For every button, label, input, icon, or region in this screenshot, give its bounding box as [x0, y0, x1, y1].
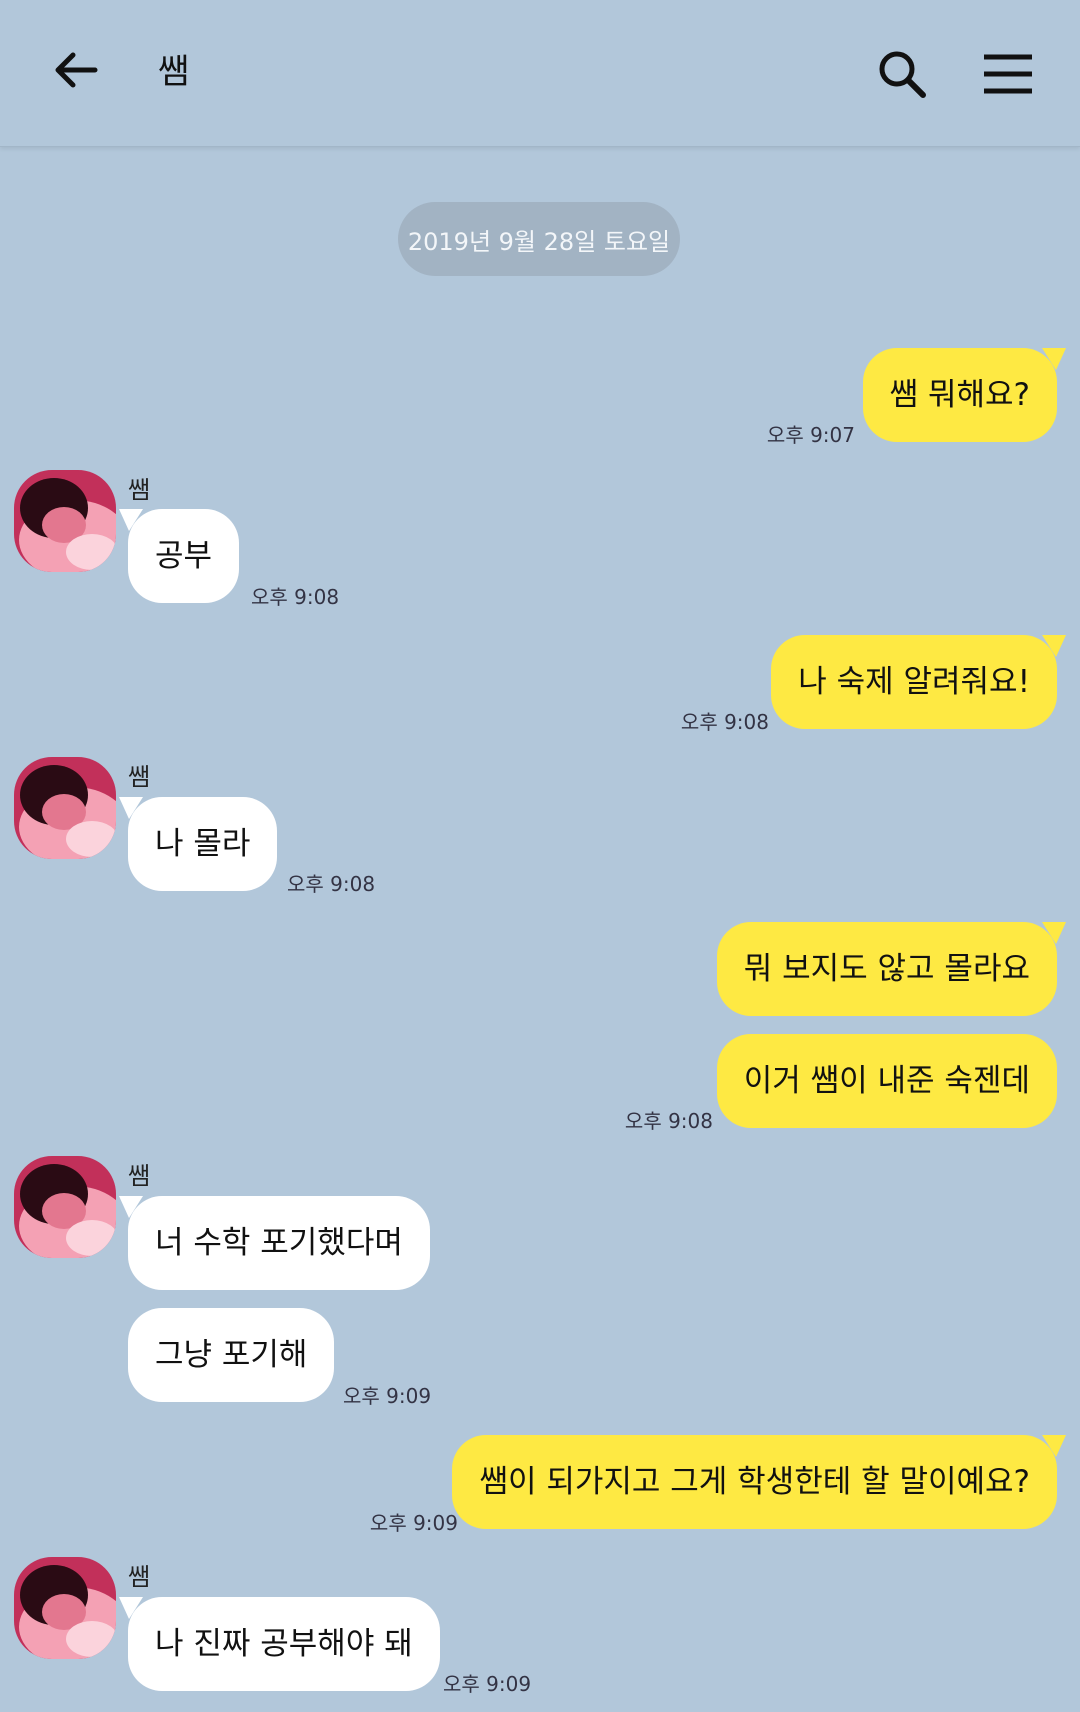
menu-button[interactable] — [970, 36, 1046, 112]
bubble-tail — [119, 1196, 143, 1218]
message-time: 오후 9:08 — [624, 1109, 713, 1133]
bubble-tail — [1042, 922, 1066, 944]
avatar[interactable] — [14, 1156, 116, 1258]
arrow-left-icon — [55, 52, 98, 88]
search-button[interactable] — [864, 36, 940, 112]
sender-name: 쌤 — [128, 476, 151, 504]
profile-photo-icon — [14, 1557, 116, 1659]
my-message-bubble[interactable]: 뭐 보지도 않고 몰라요 — [716, 922, 1066, 1016]
avatar[interactable] — [14, 470, 116, 572]
hamburger-menu-icon — [984, 54, 1032, 94]
their-message-bubble[interactable]: 나 몰라 — [119, 797, 278, 891]
message-time: 오후 9:08 — [287, 872, 376, 896]
message-text: 쌤 뭐해요? — [889, 377, 1030, 413]
bubble-tail — [119, 1597, 143, 1619]
profile-photo-icon — [14, 757, 116, 859]
message-text: 나 몰라 — [155, 826, 251, 862]
my-message-bubble[interactable]: 이거 쌤이 내준 숙젠데 — [716, 1034, 1057, 1128]
my-message-bubble[interactable]: 쌤 뭐해요? — [862, 348, 1066, 442]
chat-header: 쌤 — [0, 0, 1080, 147]
my-message-bubble[interactable]: 쌤이 되가지고 그게 학생한테 할 말이예요? — [452, 1435, 1066, 1529]
their-message-bubble[interactable]: 너 수학 포기했다며 — [119, 1196, 430, 1290]
date-divider: 2019년 9월 28일 토요일 — [398, 202, 680, 276]
their-message-bubble[interactable]: 나 진짜 공부해야 돼 — [119, 1597, 440, 1691]
message-time: 오후 9:08 — [251, 585, 340, 609]
message-text: 공부 — [155, 538, 213, 574]
message-text: 나 숙제 알려줘요! — [798, 664, 1030, 700]
avatar[interactable] — [14, 757, 116, 859]
message-time: 오후 9:08 — [680, 710, 769, 734]
sender-name: 쌤 — [128, 1162, 151, 1190]
bubble-tail — [119, 797, 143, 819]
bubble-tail — [119, 509, 143, 531]
message-time: 오후 9:07 — [766, 423, 855, 447]
bubble-tail — [1042, 1435, 1066, 1457]
message-time: 오후 9:09 — [443, 1672, 532, 1696]
chat-title: 쌤 — [158, 52, 190, 92]
message-time: 오후 9:09 — [343, 1384, 432, 1408]
my-message-bubble[interactable]: 나 숙제 알려줘요! — [771, 635, 1066, 729]
sender-name: 쌤 — [128, 1563, 151, 1591]
message-time: 오후 9:09 — [369, 1511, 458, 1535]
message-text: 이거 쌤이 내준 숙젠데 — [743, 1063, 1030, 1099]
message-text: 뭐 보지도 않고 몰라요 — [743, 951, 1030, 987]
bubble-tail — [1042, 348, 1066, 370]
bubble-tail — [1042, 635, 1066, 657]
message-text: 나 진짜 공부해야 돼 — [155, 1626, 413, 1662]
message-text: 그냥 포기해 — [155, 1337, 308, 1373]
their-message-bubble[interactable]: 공부 — [119, 509, 240, 603]
search-icon — [879, 51, 926, 98]
message-text: 너 수학 포기했다며 — [155, 1225, 403, 1261]
profile-photo-icon — [14, 1156, 116, 1258]
avatar[interactable] — [14, 1557, 116, 1659]
their-message-bubble[interactable]: 그냥 포기해 — [128, 1308, 335, 1402]
profile-photo-icon — [14, 470, 116, 572]
sender-name: 쌤 — [128, 763, 151, 791]
message-text: 쌤이 되가지고 그게 학생한테 할 말이예요? — [479, 1464, 1030, 1500]
back-button[interactable] — [40, 34, 112, 106]
